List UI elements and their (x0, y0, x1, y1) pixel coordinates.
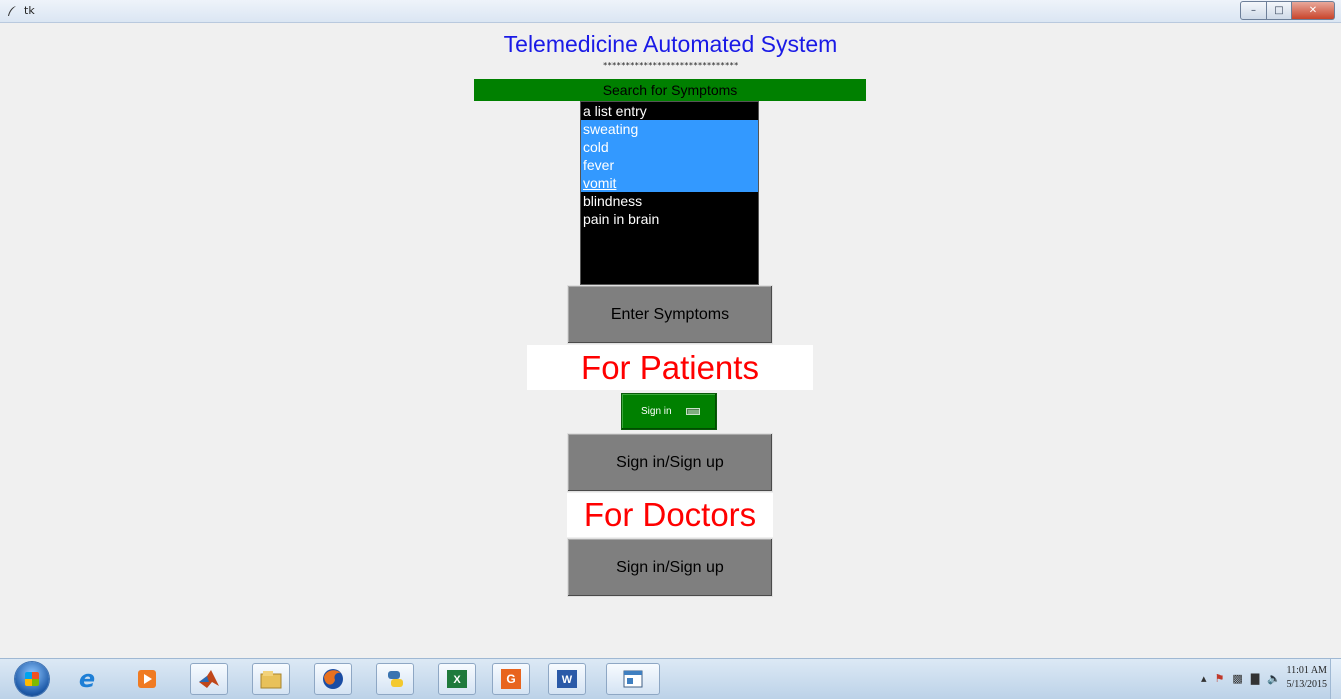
start-orb-icon[interactable] (15, 662, 49, 696)
list-item[interactable]: a list entry (581, 102, 758, 120)
maximize-button[interactable]: □ (1267, 1, 1292, 20)
tk-window-icon[interactable] (606, 663, 660, 695)
file-explorer-icon[interactable] (252, 663, 290, 695)
excel-icon[interactable]: X (438, 663, 476, 695)
close-button[interactable]: ✕ (1292, 1, 1335, 20)
list-item[interactable]: pain in brain (581, 210, 758, 228)
volume-icon[interactable]: 🔈 (1267, 672, 1281, 685)
feather-icon (8, 6, 16, 16)
list-item[interactable]: sweating (581, 120, 758, 138)
app-title: Telemedicine Automated System (503, 31, 838, 57)
network-icon[interactable]: ▩ (1232, 672, 1242, 685)
system-tray: ▴ ⚑ ▩ ▇ 🔈 (1201, 672, 1281, 685)
svg-text:G: G (506, 672, 515, 686)
window-title-bar: tk – □ ✕ (0, 0, 1341, 23)
python-icon[interactable] (376, 663, 414, 695)
sign-in-toggle-label: Sign in (641, 406, 672, 417)
firefox-icon[interactable] (314, 663, 352, 695)
doctors-heading: For Doctors (567, 493, 773, 537)
svg-text:X: X (453, 674, 461, 686)
matlab-icon[interactable] (190, 663, 228, 695)
patients-heading: For Patients (527, 345, 813, 390)
show-desktop-button[interactable] (1330, 659, 1341, 699)
toggle-indicator-icon (685, 408, 700, 415)
action-center-icon[interactable]: ⚑ (1215, 672, 1225, 685)
window-title: tk (24, 4, 35, 17)
clock-time: 11:01 AM (1286, 665, 1327, 676)
list-item[interactable]: blindness (581, 192, 758, 210)
symptom-listbox[interactable]: a list entry sweating cold fever vomit b… (580, 101, 759, 285)
search-symptoms-label: Search for Symptoms (474, 79, 866, 101)
word-icon[interactable]: W (548, 663, 586, 695)
list-item[interactable]: vomit (581, 174, 758, 192)
show-hidden-icons-icon[interactable]: ▴ (1201, 672, 1207, 685)
enter-symptoms-button[interactable]: Enter Symptoms (567, 285, 773, 344)
title-separator: ****************************** (602, 61, 739, 70)
sign-in-toggle[interactable]: Sign in (621, 393, 717, 430)
clock[interactable]: 11:01 AM 5/13/2015 (1286, 664, 1327, 692)
pdf-icon[interactable]: G (492, 663, 530, 695)
patient-sign-in-button[interactable]: Sign in/Sign up (567, 433, 773, 492)
media-player-icon[interactable] (128, 663, 166, 695)
clock-date: 5/13/2015 (1286, 679, 1327, 690)
list-item[interactable]: cold (581, 138, 758, 156)
svg-text:W: W (562, 674, 573, 686)
taskbar: e X G W ▴ ⚑ ▩ ▇ 🔈 11:01 AM 5/13/2015 (0, 658, 1341, 699)
internet-explorer-icon[interactable]: e (68, 663, 106, 695)
signal-icon[interactable]: ▇ (1251, 672, 1259, 685)
minimize-button[interactable]: – (1240, 1, 1267, 20)
list-item[interactable]: fever (581, 156, 758, 174)
doctor-sign-in-button[interactable]: Sign in/Sign up (567, 538, 773, 597)
